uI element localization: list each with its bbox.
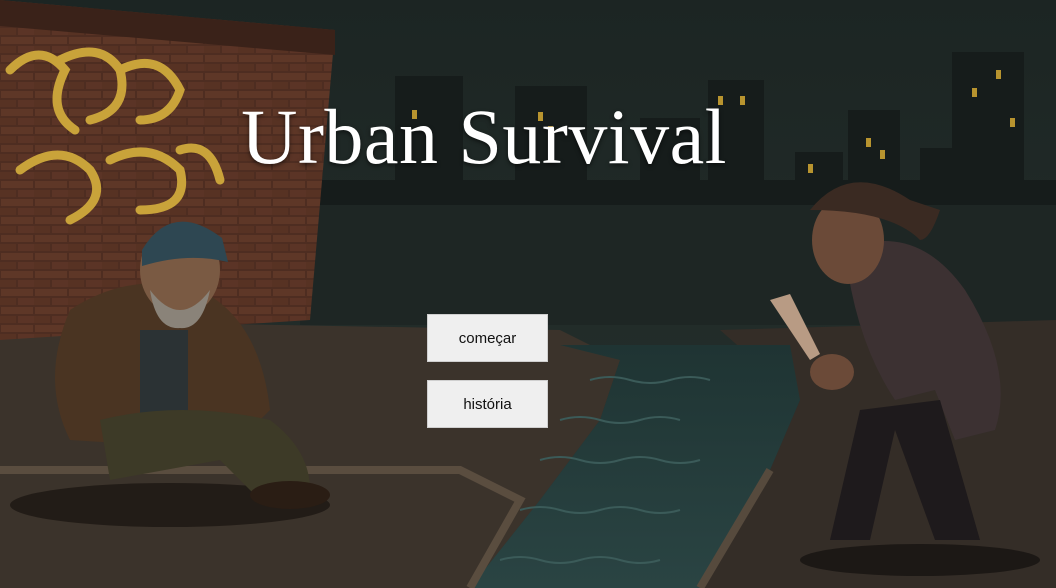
background-scene <box>0 0 1056 588</box>
start-button[interactable]: começar <box>427 314 548 362</box>
game-title: Urban Survival <box>241 93 727 180</box>
story-button[interactable]: história <box>427 380 548 428</box>
game-screen: Urban Survival começar história <box>0 0 1056 588</box>
